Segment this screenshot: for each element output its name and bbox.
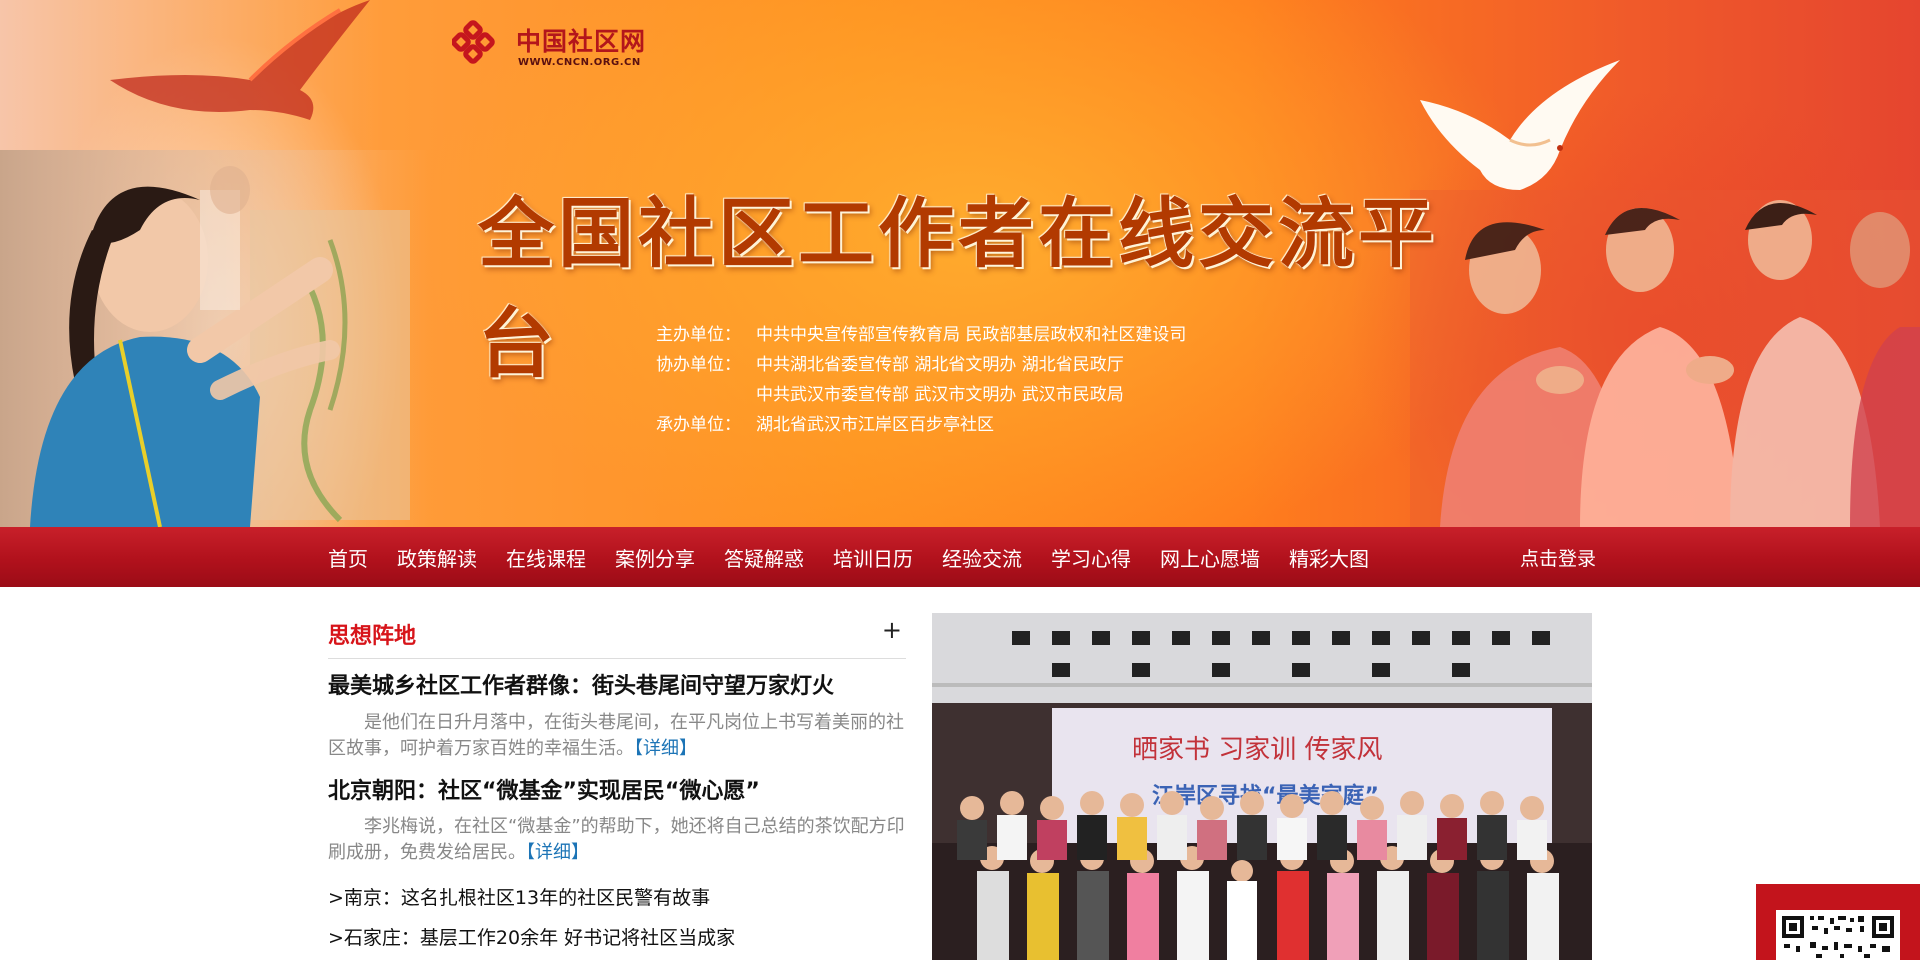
organizer-value: 湖北省武汉市江岸区百步亭社区 xyxy=(756,415,994,435)
nav-item-cases[interactable]: 案例分享 xyxy=(615,543,695,572)
qr-code-icon xyxy=(1776,910,1900,960)
login-link[interactable]: 点击登录 xyxy=(1520,544,1596,571)
qr-code-panel xyxy=(1756,884,1920,960)
organizer-row: 协办单位： 中共湖北省委宣传部 湖北省文明办 湖北省民政厅 xyxy=(656,350,1186,380)
stage-banner-text: 晒家书 习家训 传家风 xyxy=(1132,735,1383,765)
logo-name: 中国社区网 xyxy=(516,27,647,56)
organizer-value: 中共中央宣传部宣传教育局 民政部基层政权和社区建设司 xyxy=(756,325,1187,345)
article-title[interactable]: 北京朝阳：社区“微基金”实现居民“微心愿” xyxy=(328,773,760,805)
more-plus-icon[interactable]: + xyxy=(882,616,902,644)
nav-item-wish-wall[interactable]: 网上心愿墙 xyxy=(1160,543,1260,572)
stage-banner-subtitle: 江岸区寻找“最美家庭” xyxy=(1152,783,1379,809)
nav-item-qa[interactable]: 答疑解惑 xyxy=(724,543,804,572)
organizer-label xyxy=(656,380,756,410)
organizer-row: 中共武汉市委宣传部 武汉市文明办 武汉市民政局 xyxy=(656,380,1186,410)
nav-item-home[interactable]: 首页 xyxy=(328,543,368,572)
header-banner: 中国社区网 WWW.CNCN.ORG.CN 全国社区工作者在线交流平台 主办单位… xyxy=(0,0,1920,527)
organizer-label: 协办单位： xyxy=(656,355,741,375)
nav-menu: 首页 政策解读 在线课程 案例分享 答疑解惑 培训日历 经验交流 学习心得 网上… xyxy=(328,527,1398,587)
nav-item-gallery[interactable]: 精彩大图 xyxy=(1289,543,1369,572)
dove-right-image xyxy=(1410,40,1640,190)
article-summary-text: 李兆梅说，在社区“微基金”的帮助下，她还将自己总结的茶饮配方印刷成册，免费发给居… xyxy=(328,816,905,863)
banner-photo-residents xyxy=(1410,190,1920,527)
organizer-row: 主办单位： 中共中央宣传部宣传教育局 民政部基层政权和社区建设司 xyxy=(656,320,1186,350)
main-nav: 首页 政策解读 在线课程 案例分享 答疑解惑 培训日历 经验交流 学习心得 网上… xyxy=(0,527,1920,587)
organizer-row: 承办单位： 湖北省武汉市江岸区百步亭社区 xyxy=(656,410,1186,440)
detail-link[interactable]: 【详细】 xyxy=(634,738,697,759)
logo-knot-icon xyxy=(452,20,495,64)
article-title[interactable]: 最美城乡社区工作者群像：街头巷尾间守望万家灯火 xyxy=(328,668,834,700)
organizer-label: 主办单位： xyxy=(656,325,741,345)
article-summary-text: 是他们在日升月落中，在街头巷尾间，在平凡岗位上书写着美丽的社区故事，呵护着万家百… xyxy=(328,712,904,759)
organizer-value: 中共湖北省委宣传部 湖北省文明办 湖北省民政厅 xyxy=(756,355,1124,375)
dove-left-image xyxy=(90,0,370,140)
nav-item-calendar[interactable]: 培训日历 xyxy=(833,543,913,572)
organizer-label: 承办单位： xyxy=(656,415,741,435)
nav-item-experience[interactable]: 经验交流 xyxy=(942,543,1022,572)
list-item[interactable]: >南京：这名扎根社区13年的社区民警有故事 xyxy=(328,883,710,910)
article-summary: 李兆梅说，在社区“微基金”的帮助下，她还将自己总结的茶饮配方印刷成册，免费发给居… xyxy=(328,814,906,866)
nav-item-policy[interactable]: 政策解读 xyxy=(397,543,477,572)
nav-item-notes[interactable]: 学习心得 xyxy=(1051,543,1131,572)
logo-url: WWW.CNCN.ORG.CN xyxy=(518,57,641,68)
list-item[interactable]: >石家庄：基层工作20余年 好书记将社区当成家 xyxy=(328,923,735,950)
nav-item-courses[interactable]: 在线课程 xyxy=(506,543,586,572)
banner-photo-volunteers xyxy=(0,150,430,527)
site-logo[interactable]: 中国社区网 WWW.CNCN.ORG.CN xyxy=(452,16,652,72)
organizer-value: 中共武汉市委宣传部 武汉市文明办 武汉市民政局 xyxy=(756,385,1124,405)
detail-link[interactable]: 【详细】 xyxy=(526,842,589,863)
article-summary: 是他们在日升月落中，在街头巷尾间，在平凡岗位上书写着美丽的社区故事，呵护着万家百… xyxy=(328,710,906,762)
featured-photo[interactable]: 晒家书 习家训 传家风 江岸区寻找“最美家庭” xyxy=(932,613,1592,960)
section-title: 思想阵地 xyxy=(328,624,417,649)
organizers-list: 主办单位： 中共中央宣传部宣传教育局 民政部基层政权和社区建设司 协办单位： 中… xyxy=(656,320,1186,440)
section-header: 思想阵地 + xyxy=(328,612,906,659)
